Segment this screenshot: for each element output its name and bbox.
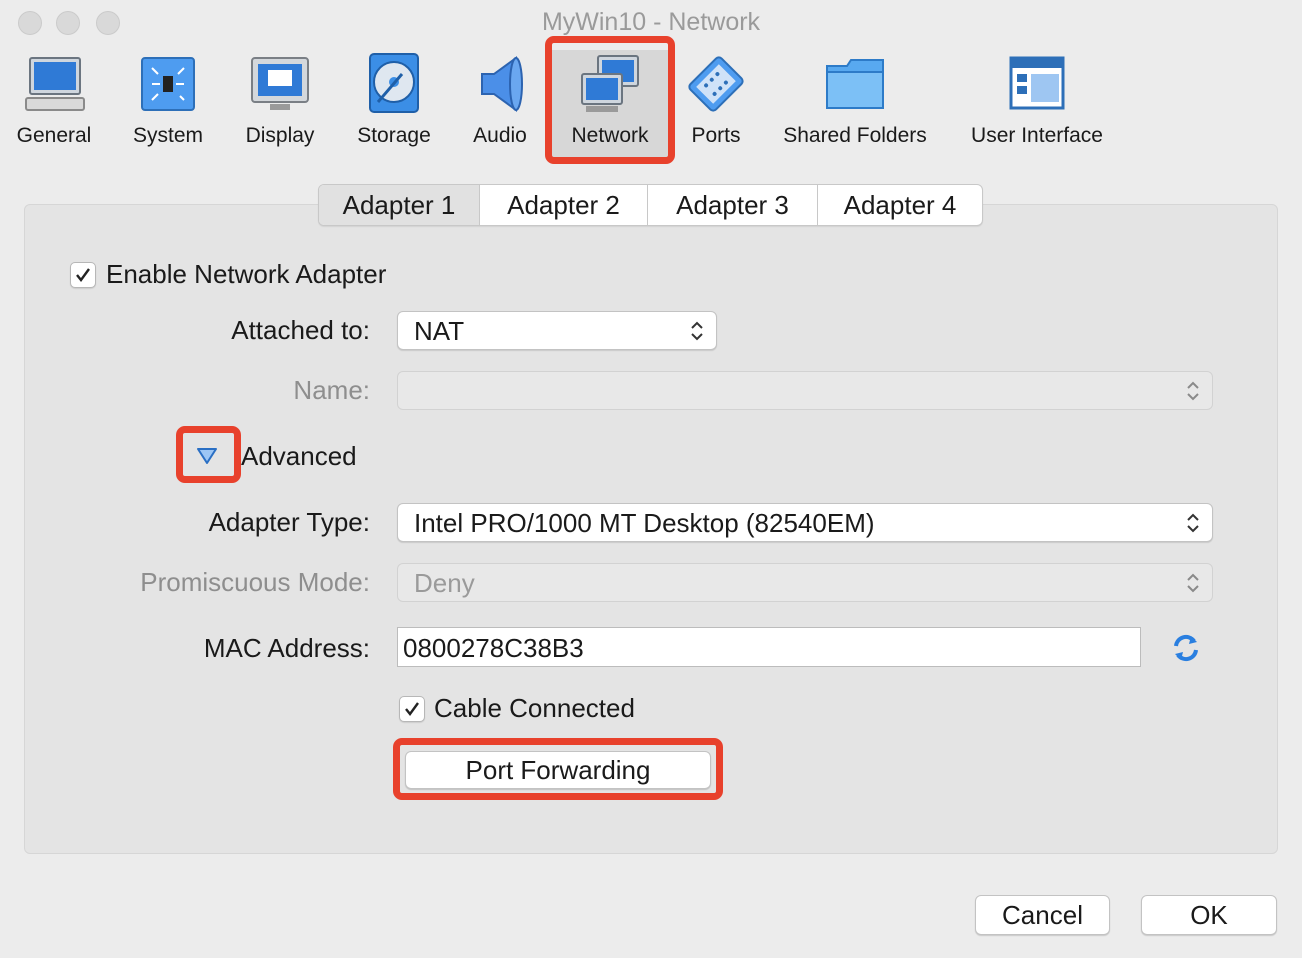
promiscuous-mode-value: Deny <box>414 568 475 598</box>
disc-icon <box>369 53 419 113</box>
toolbar-system[interactable]: System <box>122 50 214 158</box>
cable-connected-label: Cable Connected <box>434 693 635 723</box>
toolbar-label-display: Display <box>245 124 315 147</box>
refresh-icon <box>1174 634 1198 662</box>
updown-arrows-icon <box>1187 381 1199 401</box>
adapter-type-select[interactable]: Intel PRO/1000 MT Desktop (82540EM) <box>397 503 1213 542</box>
name-select <box>397 371 1213 410</box>
tab-adapter-2[interactable]: Adapter 2 <box>480 185 648 225</box>
toolbar-audio[interactable]: Audio <box>460 50 540 158</box>
toolbar-ports[interactable]: Ports <box>676 50 756 158</box>
toolbar-user-interface[interactable]: User Interface <box>962 50 1112 158</box>
adapter-tabs: Adapter 1 Adapter 2 Adapter 3 Adapter 4 <box>318 184 983 226</box>
adapter-type-value: Intel PRO/1000 MT Desktop (82540EM) <box>414 508 875 538</box>
chip-icon <box>141 57 195 111</box>
mac-address-label: MAC Address: <box>203 633 370 663</box>
adapter-type-label: Adapter Type: <box>208 507 370 537</box>
toolbar-label-ports: Ports <box>691 124 741 147</box>
tab-adapter-3[interactable]: Adapter 3 <box>648 185 818 225</box>
toolbar-display[interactable]: Display <box>235 50 325 158</box>
toolbar-label-storage: Storage <box>357 124 431 147</box>
toolbar-storage[interactable]: Storage <box>348 50 440 158</box>
mac-address-value: 0800278C38B3 <box>403 633 584 663</box>
monitor-icon <box>25 57 85 111</box>
network-highlight-box <box>545 36 675 164</box>
toolbar-label-system: System <box>132 124 203 147</box>
refresh-mac-button[interactable] <box>1170 632 1202 664</box>
enable-adapter-checkbox[interactable] <box>70 262 96 288</box>
ok-button[interactable]: OK <box>1141 895 1277 935</box>
display-icon <box>251 57 309 110</box>
toolbar-label-audio: Audio <box>473 124 527 147</box>
tab-adapter-1[interactable]: Adapter 1 <box>319 185 480 225</box>
advanced-highlight-box <box>176 426 241 483</box>
checkmark-icon <box>405 702 419 716</box>
window-title: MyWin10 - Network <box>541 8 761 36</box>
toolbar-label-user-interface: User Interface <box>971 124 1103 147</box>
cancel-button[interactable]: Cancel <box>975 895 1110 935</box>
updown-arrows-icon <box>1187 573 1199 593</box>
promiscuous-mode-label: Promiscuous Mode: <box>140 567 370 597</box>
promiscuous-mode-select: Deny <box>397 563 1213 602</box>
updown-arrows-icon <box>691 321 703 341</box>
speaker-icon <box>481 56 523 112</box>
folder-icon <box>826 59 884 109</box>
toolbar-label-general: General <box>16 124 92 147</box>
name-label: Name: <box>293 375 370 405</box>
updown-arrows-icon <box>1187 513 1199 533</box>
attached-to-label: Attached to: <box>231 315 370 345</box>
toolbar-general[interactable]: General <box>8 50 100 158</box>
attached-to-value: NAT <box>414 316 465 346</box>
attached-to-select[interactable]: NAT <box>397 311 717 350</box>
toolbar-label-shared-folders: Shared Folders <box>783 124 927 147</box>
cable-connected-checkbox[interactable] <box>399 696 425 722</box>
advanced-label: Advanced <box>241 441 357 471</box>
window-icon <box>1009 56 1065 110</box>
port-forwarding-highlight-box <box>393 738 723 800</box>
enable-adapter-label: Enable Network Adapter <box>106 259 387 289</box>
mac-address-field[interactable]: 0800278C38B3 <box>397 627 1141 667</box>
toolbar-shared-folders[interactable]: Shared Folders <box>778 50 932 158</box>
checkmark-icon <box>76 268 90 282</box>
port-icon <box>688 56 744 112</box>
tab-adapter-4[interactable]: Adapter 4 <box>818 185 982 225</box>
